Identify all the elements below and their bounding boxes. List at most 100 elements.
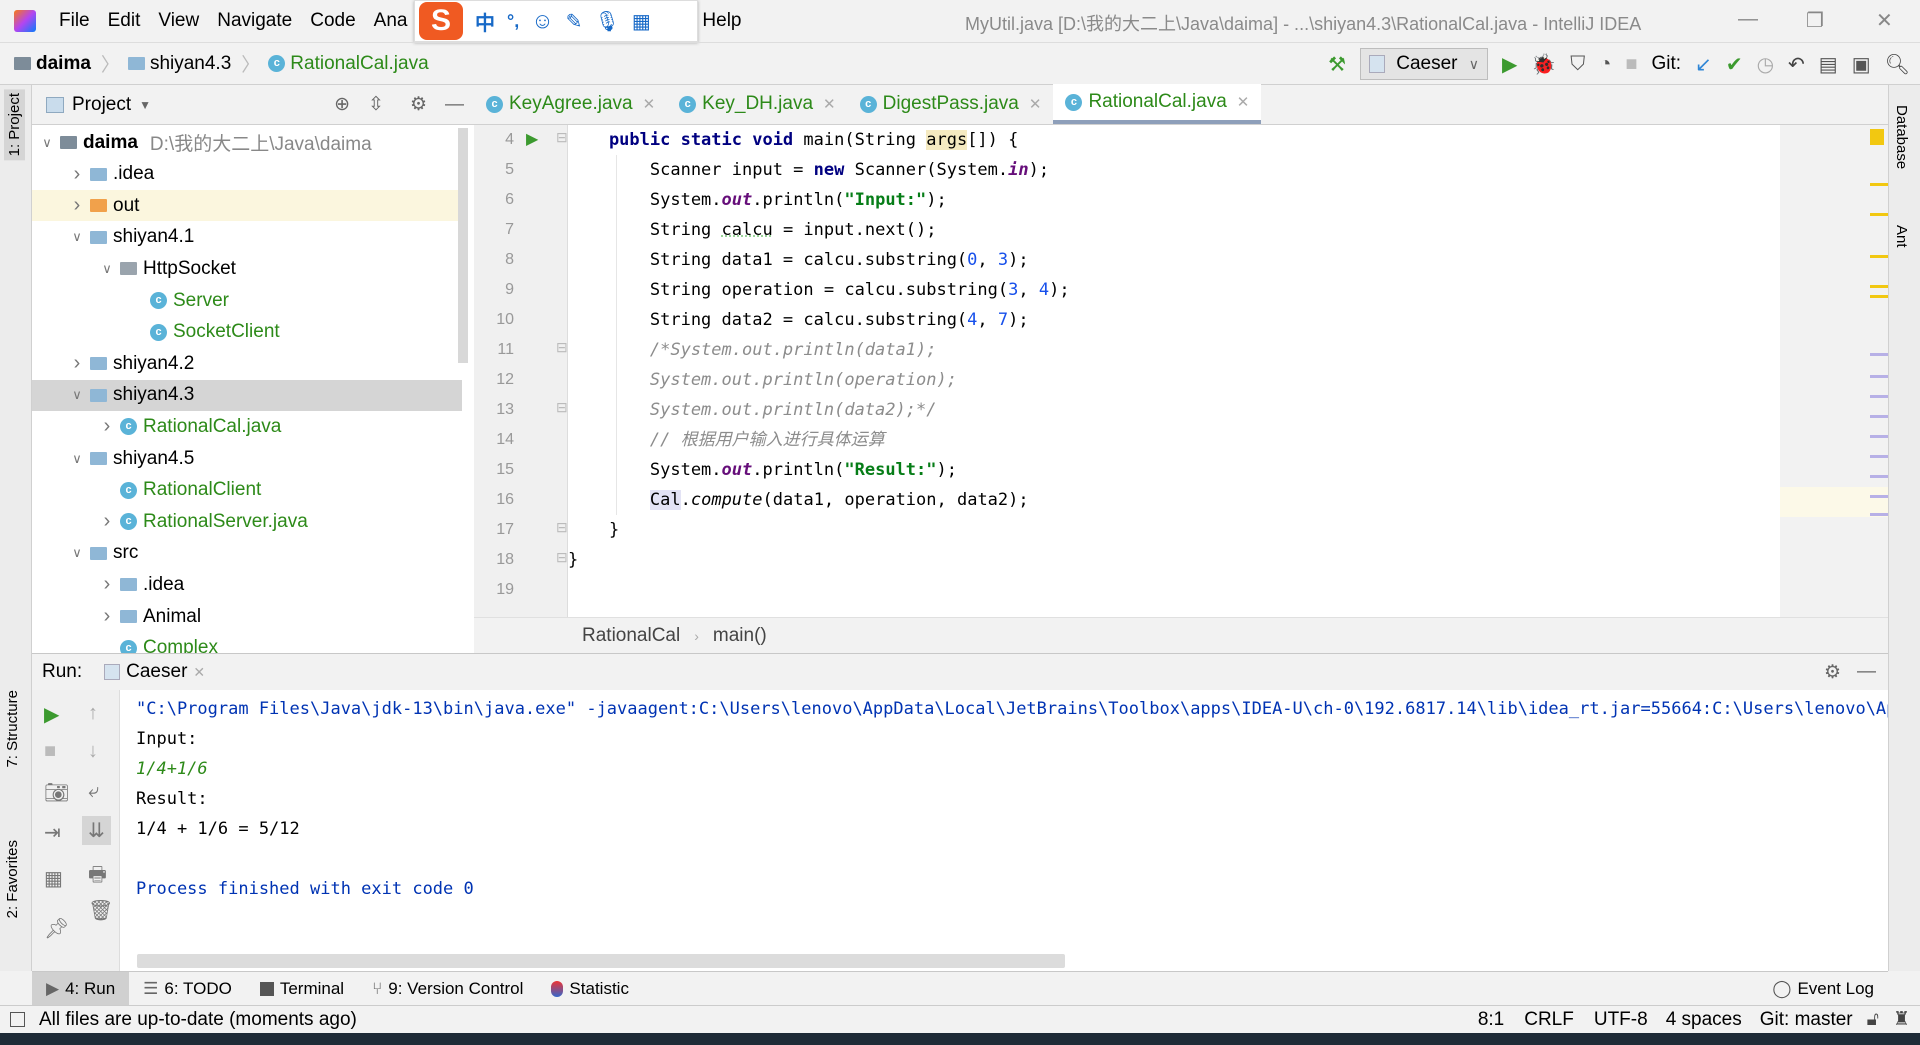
close-window-button[interactable]: ✕ <box>1876 8 1893 33</box>
grid-icon[interactable]: ▦ <box>632 9 651 34</box>
tool-tab-favorites[interactable]: 2: Favorites <box>4 840 21 918</box>
tree-item[interactable]: ∨ HttpSocket <box>32 253 462 284</box>
error-stripe-mark[interactable] <box>1870 395 1888 398</box>
git-branch[interactable]: Git: master <box>1760 1009 1853 1031</box>
fold-marker-icon[interactable]: ⊟ <box>556 519 568 536</box>
minimize-button[interactable]: — <box>1738 8 1758 31</box>
terminal-window-icon[interactable]: ▣ <box>1852 52 1871 77</box>
error-stripe-mark[interactable] <box>1870 435 1888 438</box>
tree-item[interactable]: › .idea <box>32 569 462 600</box>
error-stripe[interactable] <box>1776 125 1888 617</box>
hide-panel-icon[interactable]: — <box>1857 661 1876 683</box>
git-rollback-icon[interactable]: ↶ <box>1788 52 1805 77</box>
rerun-icon[interactable]: ▶ <box>44 702 59 727</box>
pin-icon[interactable]: 📌︎ <box>44 916 69 941</box>
tree-item[interactable]: ∨ src <box>32 538 462 569</box>
git-update-icon[interactable]: ↙ <box>1695 52 1712 77</box>
tool-tab-ant[interactable]: Ant <box>1893 225 1910 248</box>
status-toggle-icon[interactable] <box>10 1012 25 1027</box>
console-output[interactable]: "C:\Program Files\Java\jdk-13\bin\java.e… <box>120 690 1888 971</box>
tool-tab-project[interactable]: 1: Project <box>4 89 25 161</box>
camera-icon[interactable]: 📷︎ <box>44 780 69 805</box>
build-hammer-icon[interactable]: ⚒ <box>1328 52 1346 77</box>
close-icon[interactable]: ✕ <box>193 664 205 681</box>
ime-punctuation[interactable]: °, <box>507 11 519 32</box>
menu-edit[interactable]: Edit <box>99 10 150 32</box>
close-icon[interactable]: ✕ <box>643 95 656 113</box>
run-icon[interactable]: ▶ <box>1502 52 1517 77</box>
locate-file-icon[interactable]: ⊕ <box>334 93 350 116</box>
down-arrow-icon[interactable]: ↓ <box>88 740 98 763</box>
error-stripe-mark[interactable] <box>1870 213 1888 216</box>
tab-keyagree-java[interactable]: c KeyAgree.java ✕ <box>474 84 667 124</box>
tree-item[interactable]: c SocketClient <box>32 317 462 348</box>
chevron-right-icon[interactable]: › <box>70 163 84 186</box>
stop-icon[interactable]: ■ <box>44 740 56 763</box>
layout-icon[interactable]: ▦ <box>44 866 63 891</box>
error-stripe-mark[interactable] <box>1870 513 1888 516</box>
trash-icon[interactable]: 🗑︎ <box>88 898 113 923</box>
tree-item[interactable]: › out <box>32 190 462 222</box>
gear-icon[interactable]: ⚙ <box>410 93 427 116</box>
fold-marker-icon[interactable]: ⊟ <box>556 339 568 356</box>
breadcrumb-method[interactable]: main() <box>713 625 767 647</box>
error-stripe-mark[interactable] <box>1870 295 1888 298</box>
tree-item[interactable]: c Server <box>32 285 462 316</box>
caret-position[interactable]: 8:1 <box>1478 1009 1504 1031</box>
line-separator[interactable]: CRLF <box>1524 1009 1574 1031</box>
lock-icon[interactable]: 🔓︎ <box>1867 1009 1879 1031</box>
coverage-icon[interactable]: ⛉ <box>1570 53 1585 76</box>
tool-tab-todo[interactable]: ☰ 6: TODO <box>129 972 246 1006</box>
error-stripe-mark[interactable] <box>1870 495 1888 498</box>
project-structure-icon[interactable]: ▤ <box>1819 52 1838 77</box>
menu-help[interactable]: Help <box>693 10 750 32</box>
mic-icon[interactable]: 🎙 <box>594 9 619 34</box>
chevron-down-icon[interactable]: ∨ <box>70 545 84 561</box>
error-stripe-mark[interactable] <box>1870 375 1888 378</box>
menu-navigate[interactable]: Navigate <box>208 10 301 32</box>
tool-tab-structure[interactable]: 7: Structure <box>4 690 21 768</box>
nav-crumb-daima[interactable]: daima <box>14 53 91 75</box>
tree-item[interactable]: ∨ shiyan4.1 <box>32 222 462 253</box>
error-stripe-mark[interactable] <box>1870 475 1888 478</box>
close-icon[interactable]: ✕ <box>1029 95 1042 113</box>
chevron-right-icon[interactable]: › <box>100 415 114 438</box>
error-stripe-mark[interactable] <box>1870 285 1888 288</box>
nav-crumb-file[interactable]: c RationalCal.java <box>268 53 429 75</box>
tool-tab-database[interactable]: Database <box>1893 105 1910 169</box>
scroll-to-end-icon[interactable]: ⇊ <box>82 816 111 845</box>
chevron-down-icon[interactable]: ∨ <box>70 387 84 403</box>
restore-layout-icon[interactable]: ⇥ <box>44 820 61 845</box>
collapse-all-icon[interactable]: ⇳ <box>368 93 384 116</box>
close-icon[interactable]: ✕ <box>1237 93 1250 111</box>
run-configuration-select[interactable]: Caeser ∨ <box>1360 48 1488 80</box>
debug-bug-icon[interactable]: 🐞 <box>1531 52 1556 77</box>
tree-item[interactable]: › c RationalCal.java <box>32 411 462 442</box>
tree-scrollbar[interactable] <box>458 128 468 363</box>
chevron-down-icon[interactable]: ∨ <box>100 261 114 277</box>
tab-rationalcal-java[interactable]: c RationalCal.java ✕ <box>1053 84 1262 124</box>
print-icon[interactable]: 🖶 <box>88 860 107 894</box>
menu-code[interactable]: Code <box>301 10 364 32</box>
tree-item[interactable]: › shiyan4.2 <box>32 348 462 379</box>
menu-file[interactable]: File <box>50 10 99 32</box>
gear-icon[interactable]: ⚙ <box>1824 661 1841 684</box>
menu-ana[interactable]: Ana <box>365 10 417 32</box>
chevron-down-icon[interactable]: ▼ <box>139 98 151 112</box>
git-commit-check-icon[interactable]: ✔ <box>1726 52 1743 77</box>
tree-item[interactable]: › .idea <box>32 159 462 190</box>
error-stripe-mark[interactable] <box>1870 183 1888 186</box>
chevron-down-icon[interactable]: ∨ <box>70 229 84 245</box>
close-icon[interactable]: ✕ <box>823 95 836 113</box>
indent-setting[interactable]: 4 spaces <box>1666 1009 1742 1031</box>
soft-wrap-icon[interactable]: ⤶ <box>88 780 99 803</box>
status-message[interactable]: All files are up-to-date (moments ago) <box>39 1009 357 1031</box>
smiley-icon[interactable]: ☺ <box>531 8 553 34</box>
run-tab-caeser[interactable]: Caeser ✕ <box>104 661 205 683</box>
error-stripe-mark[interactable] <box>1870 255 1888 258</box>
chevron-down-icon[interactable]: ∨ <box>40 135 54 151</box>
pen-icon[interactable]: ✎ <box>566 9 583 34</box>
tab-key_dh-java[interactable]: c Key_DH.java ✕ <box>667 84 847 124</box>
nav-crumb-shiyan[interactable]: shiyan4.3 <box>127 53 231 75</box>
tree-item[interactable]: ∨ shiyan4.3 <box>32 379 462 411</box>
